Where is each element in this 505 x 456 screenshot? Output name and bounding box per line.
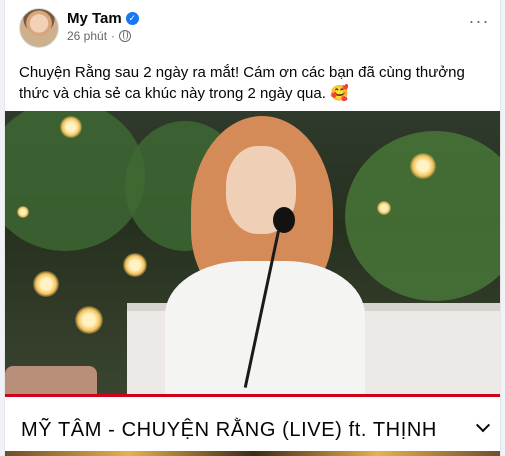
bokeh-light <box>17 206 29 218</box>
post-subtitle: 26 phút · <box>67 29 139 43</box>
post-card: My Tam ✓ 26 phút · ··· Chuyện Rằng sau 2… <box>4 0 501 456</box>
chair <box>5 366 97 396</box>
next-thumbnail-strip <box>5 451 500 456</box>
globe-icon[interactable] <box>119 30 132 42</box>
more-icon[interactable]: ··· <box>464 6 494 36</box>
bokeh-light <box>123 253 147 277</box>
post-header: My Tam ✓ 26 phút · <box>19 8 490 50</box>
video-title-bar[interactable]: MỸ TÂM - CHUYỆN RẰNG (LIVE) ft. THỊNH <box>5 397 500 456</box>
post-meta: My Tam ✓ 26 phút · <box>67 8 139 43</box>
post-text: Chuyện Rằng sau 2 ngày ra mắt! Cám ơn cá… <box>19 64 465 102</box>
avatar[interactable] <box>19 8 59 48</box>
chevron-down-icon[interactable] <box>474 419 492 437</box>
author-row: My Tam ✓ <box>67 10 139 27</box>
microphone <box>273 207 295 233</box>
separator: · <box>111 29 116 43</box>
bokeh-light <box>33 271 59 297</box>
bokeh-light <box>410 153 436 179</box>
bokeh-light <box>60 116 82 138</box>
singer-body <box>165 261 365 396</box>
author-name[interactable]: My Tam <box>67 10 122 27</box>
bokeh-light <box>75 306 103 334</box>
video-title[interactable]: MỸ TÂM - CHUYỆN RẰNG (LIVE) ft. THỊNH <box>21 419 437 442</box>
video-thumbnail[interactable] <box>5 111 500 396</box>
post-time[interactable]: 26 phút <box>67 29 107 43</box>
bokeh-light <box>377 201 391 215</box>
verified-icon: ✓ <box>125 12 139 25</box>
